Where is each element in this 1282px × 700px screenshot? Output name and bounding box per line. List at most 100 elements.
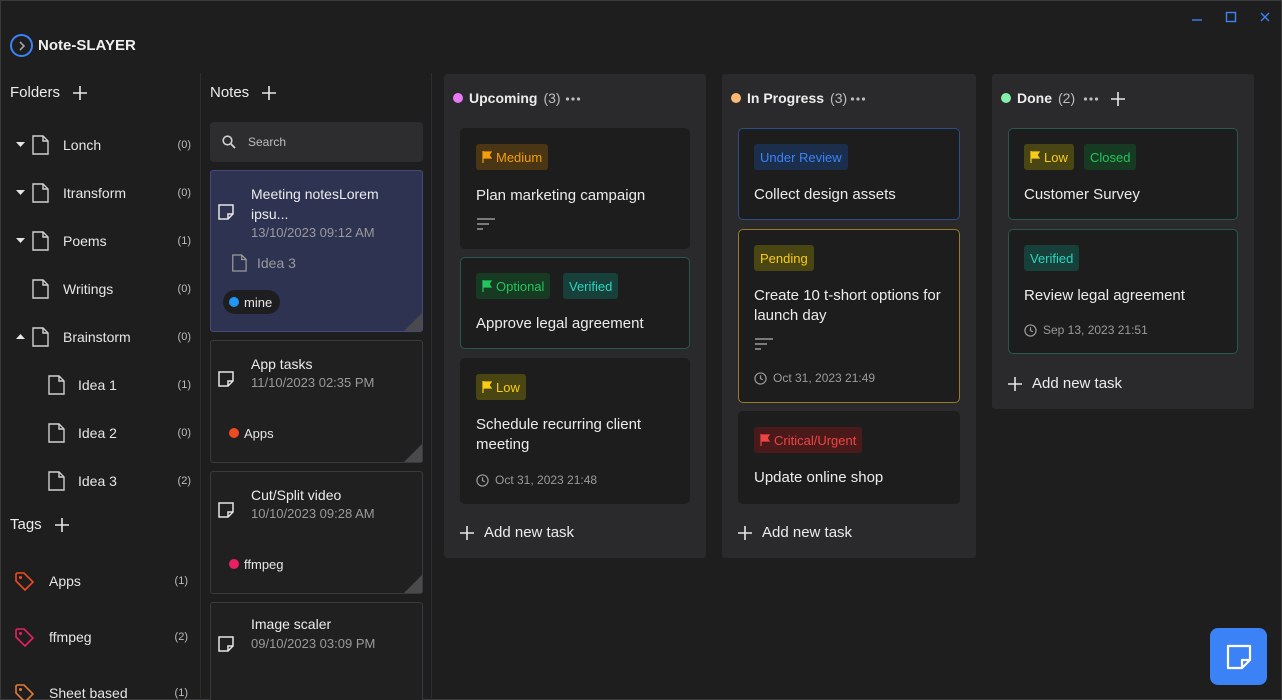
tag-count: (2): [174, 631, 188, 643]
tag-item-apps[interactable]: Apps (1): [1, 566, 201, 596]
resize-corner: [404, 444, 422, 462]
folder-item-idea-3[interactable]: Idea 3 (2): [1, 466, 201, 496]
column-title: Upcoming: [469, 90, 538, 106]
tags-heading: Tags: [10, 516, 42, 533]
note-title: Cut/Split video: [251, 487, 342, 503]
note-tag-chip[interactable]: Apps: [223, 421, 282, 445]
priority-badge: Low: [476, 374, 526, 400]
task-card-approve-legal[interactable]: Optional Verified Approve legal agreemen…: [460, 257, 690, 349]
note-folder[interactable]: Idea 3: [231, 254, 296, 272]
flag-icon: [482, 151, 492, 163]
caret-up-icon[interactable]: [15, 332, 25, 342]
column-status-dot: [453, 93, 463, 103]
search-input[interactable]: [248, 135, 398, 149]
tag-dot: [229, 297, 239, 307]
status-badge: Closed: [1084, 144, 1137, 170]
add-task-button[interactable]: Add new task: [460, 524, 574, 541]
folder-item-idea-1[interactable]: Idea 1 (1): [1, 370, 201, 400]
folder-icon: [32, 231, 49, 251]
clock-icon: [754, 371, 767, 385]
description-icon: [755, 338, 773, 350]
task-card-update-shop[interactable]: Critical/Urgent Update online shop: [738, 411, 960, 504]
folder-icon: [48, 471, 65, 491]
task-card-schedule-meeting[interactable]: Low Schedule recurring client meeting Oc…: [460, 358, 690, 504]
add-task-button[interactable]: Add new task: [738, 524, 852, 541]
add-column-icon[interactable]: [1111, 92, 1125, 106]
more-options-icon[interactable]: [565, 91, 581, 107]
folder-count: (1): [177, 235, 191, 247]
maximize-button[interactable]: [1223, 9, 1239, 25]
note-tag-label: Apps: [244, 425, 274, 441]
column-title: In Progress: [747, 90, 825, 106]
add-task-label: Add new task: [484, 524, 575, 541]
priority-badge: Low: [1024, 144, 1074, 170]
tag-count: (1): [174, 687, 188, 699]
task-title: Collect design assets: [754, 186, 896, 203]
tag-item-ffmpeg[interactable]: ffmpeg (2): [1, 622, 201, 652]
task-card-customer-survey[interactable]: Low Closed Customer Survey: [1008, 128, 1238, 220]
folder-icon: [232, 254, 247, 272]
task-card-review-legal[interactable]: Verified Review legal agreement Sep 13, …: [1008, 229, 1238, 354]
column-count: (3): [543, 90, 561, 106]
folder-item-brainstorm[interactable]: Brainstorm (0): [1, 322, 201, 352]
add-task-label: Add new task: [1032, 375, 1123, 392]
close-button[interactable]: [1257, 9, 1273, 25]
folder-count: (1): [177, 379, 191, 391]
note-card-cut-split-video[interactable]: Cut/Split video 10/10/2023 09:28 AM ffmp…: [210, 471, 423, 594]
note-folder-label: Idea 3: [257, 255, 296, 271]
note-card-image-scaler[interactable]: Image scaler 09/10/2023 03:09 PM: [210, 602, 423, 700]
column-header: Upcoming (3): [453, 90, 561, 106]
task-card-plan-marketing[interactable]: Medium Plan marketing campaign: [460, 128, 690, 249]
caret-down-icon[interactable]: [15, 236, 25, 246]
column-status-dot: [1001, 93, 1011, 103]
column-status-dot: [731, 93, 741, 103]
note-tag-chip[interactable]: ffmpeg: [223, 552, 292, 576]
task-date-text: Oct 31, 2023 21:49: [773, 371, 876, 385]
tag-item-sheet-based[interactable]: Sheet based (1): [1, 678, 201, 700]
folder-count: (0): [177, 283, 191, 295]
folder-item-poems[interactable]: Poems (1): [1, 226, 201, 256]
task-date: Oct 31, 2023 21:49: [754, 371, 875, 385]
sticky-note-icon: [1226, 644, 1251, 669]
flag-icon: [760, 434, 770, 446]
note-card-app-tasks[interactable]: App tasks 11/10/2023 02:35 PM Apps: [210, 340, 423, 463]
folder-label: Idea 3: [78, 473, 117, 489]
folder-label: Idea 2: [78, 425, 117, 441]
folder-item-itransform[interactable]: Itransform (0): [1, 178, 201, 208]
task-date: Sep 13, 2023 21:51: [1024, 323, 1148, 337]
title-bar: Note-SLAYER: [1, 1, 1282, 71]
column-in-progress: In Progress (3) Under Review Collect des…: [722, 74, 976, 558]
note-tag-chip[interactable]: mine: [223, 290, 281, 314]
folder-icon: [48, 423, 65, 443]
note-title: Meeting notesLorem ipsu...: [251, 186, 379, 222]
column-header: In Progress (3): [731, 90, 847, 106]
column-title: Done: [1017, 90, 1052, 106]
note-icon: [218, 636, 234, 652]
caret-down-icon[interactable]: [15, 140, 25, 150]
more-options-icon[interactable]: [1083, 91, 1099, 107]
status-badge: Verified: [563, 273, 619, 299]
search-box[interactable]: [210, 122, 423, 162]
folder-count: (0): [177, 331, 191, 343]
minimize-button[interactable]: [1189, 9, 1205, 25]
new-note-fab[interactable]: [1210, 628, 1267, 685]
add-task-button[interactable]: Add new task: [1008, 375, 1122, 392]
more-options-icon[interactable]: [850, 91, 866, 107]
badge-text: Verified: [569, 278, 613, 294]
folder-item-idea-2[interactable]: Idea 2 (0): [1, 418, 201, 448]
folder-item-lonch[interactable]: Lonch (0): [1, 130, 201, 160]
caret-down-icon[interactable]: [15, 188, 25, 198]
column-header: Done (2): [1001, 90, 1075, 106]
folder-count: (0): [177, 427, 191, 439]
task-card-collect-design[interactable]: Under Review Collect design assets: [738, 128, 960, 220]
badge-text: Low: [1044, 149, 1068, 165]
folder-item-writings[interactable]: Writings (0): [1, 274, 201, 304]
add-folder-icon[interactable]: [72, 85, 88, 101]
task-title: Approve legal agreement: [476, 315, 644, 332]
add-tag-icon[interactable]: [54, 517, 70, 533]
add-note-icon[interactable]: [261, 85, 277, 101]
task-card-create-tshirt[interactable]: Pending Create 10 t-short options for la…: [738, 229, 960, 403]
note-card-meeting-notes[interactable]: Meeting notesLorem ipsu... 13/10/2023 09…: [210, 170, 423, 332]
folder-count: (0): [177, 139, 191, 151]
badge-text: Verified: [1030, 250, 1074, 266]
